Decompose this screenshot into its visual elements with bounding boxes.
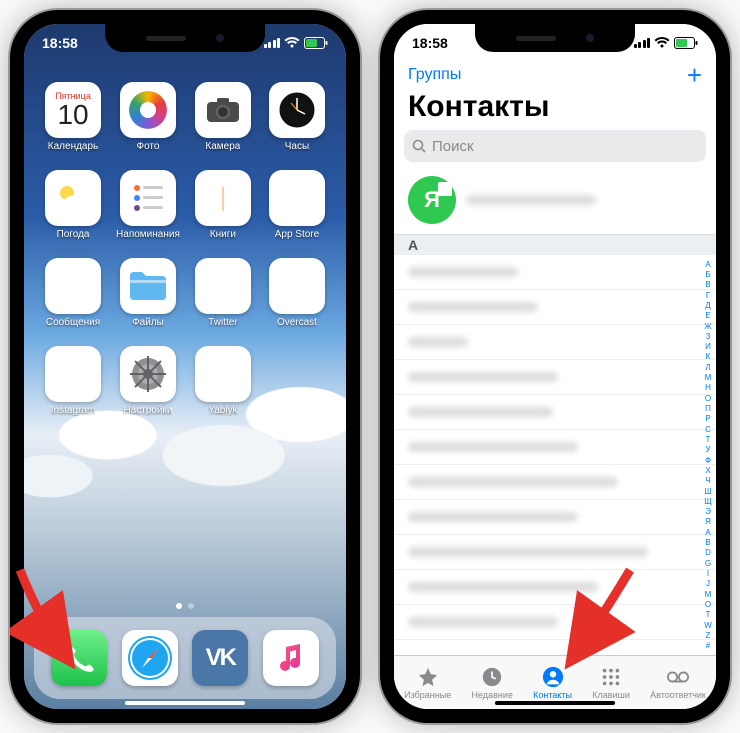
dock-music[interactable] [263,630,319,686]
messages-icon [45,258,101,314]
home-indicator[interactable] [495,701,615,705]
weather-icon [45,170,101,226]
app-files[interactable]: Файлы [116,258,180,328]
my-card-row[interactable]: Я [394,170,716,235]
list-item[interactable] [394,500,716,535]
search-placeholder: Поиск [432,138,474,155]
app-yablyk[interactable]: ЯYablyk [192,346,254,416]
list-item[interactable] [394,255,716,290]
battery-icon [674,37,698,49]
app-appstore[interactable]: App Store [266,170,328,240]
index-rail[interactable]: АБВГДЕЖЗИКЛМНОПРСТУФХЧШЩЭЯABDGIJMOTWZ# [701,255,715,655]
wifi-icon [284,37,300,49]
app-reminders[interactable]: Напоминания [116,170,180,240]
star-icon [417,666,439,688]
app-calendar[interactable]: Пятница10Календарь [42,82,104,152]
wifi-icon [654,37,670,49]
app-weather[interactable]: Погода [42,170,104,240]
list-item[interactable] [394,465,716,500]
battery-icon [304,37,328,49]
my-avatar: Я [408,176,456,224]
home-indicator[interactable] [125,701,245,705]
voicemail-icon [667,666,689,688]
files-icon [120,258,176,314]
app-twitter[interactable]: Twitter [192,258,254,328]
arrow-annotation-right [550,560,640,670]
photos-icon [120,82,176,138]
list-item[interactable] [394,360,716,395]
list-item[interactable] [394,290,716,325]
status-time: 18:58 [412,35,448,51]
app-clock[interactable]: Часы [266,82,328,152]
yablyk-icon: Я [195,346,251,402]
settings-icon [120,346,176,402]
section-header: А [394,235,716,255]
list-item[interactable] [394,395,716,430]
status-time: 18:58 [42,35,78,51]
clock-icon [481,666,503,688]
app-messages[interactable]: Сообщения [42,258,104,328]
app-grid: Пятница10Календарь Фото Камера Часы Пого… [24,82,346,416]
app-overcast[interactable]: Overcast [266,258,328,328]
tab-voicemail[interactable]: Автоответчик [650,666,706,700]
calendar-icon: Пятница10 [45,82,101,138]
instagram-icon [45,346,101,402]
tab-recents[interactable]: Недавние [472,666,513,700]
app-instagram[interactable]: Instagram [42,346,104,416]
appstore-icon [269,170,325,226]
signal-icon [264,38,281,48]
vk-icon: VK [206,644,235,672]
list-item[interactable] [394,430,716,465]
search-icon [412,139,426,153]
tab-contacts[interactable]: Контакты [533,666,572,700]
status-right [264,37,329,49]
dock-safari[interactable] [122,630,178,686]
clock-icon [269,82,325,138]
groups-button[interactable]: Группы [408,66,461,84]
books-icon [195,170,251,226]
signal-icon [634,38,651,48]
app-camera[interactable]: Камера [192,82,254,152]
overcast-icon [269,258,325,314]
notch [105,24,265,52]
add-contact-button[interactable]: + [687,62,702,88]
reminders-icon [120,170,176,226]
arrow-annotation-left [10,560,100,670]
dock-vk[interactable]: VK [192,630,248,686]
camera-icon [195,82,251,138]
status-right [634,37,699,49]
list-item[interactable] [394,325,716,360]
music-icon [274,641,308,675]
page-title: Контакты [394,88,716,130]
app-photos[interactable]: Фото [116,82,180,152]
app-books[interactable]: Книги [192,170,254,240]
twitter-icon [195,258,251,314]
search-input[interactable]: Поиск [404,130,706,162]
notch [475,24,635,52]
safari-icon [126,634,174,682]
my-name-blurred [466,195,596,205]
nav-bar: Группы + [394,58,716,88]
tab-keypad[interactable]: Клавиши [592,666,630,700]
tab-favorites[interactable]: Избранные [404,666,451,700]
app-settings[interactable]: Настройки [116,346,180,416]
